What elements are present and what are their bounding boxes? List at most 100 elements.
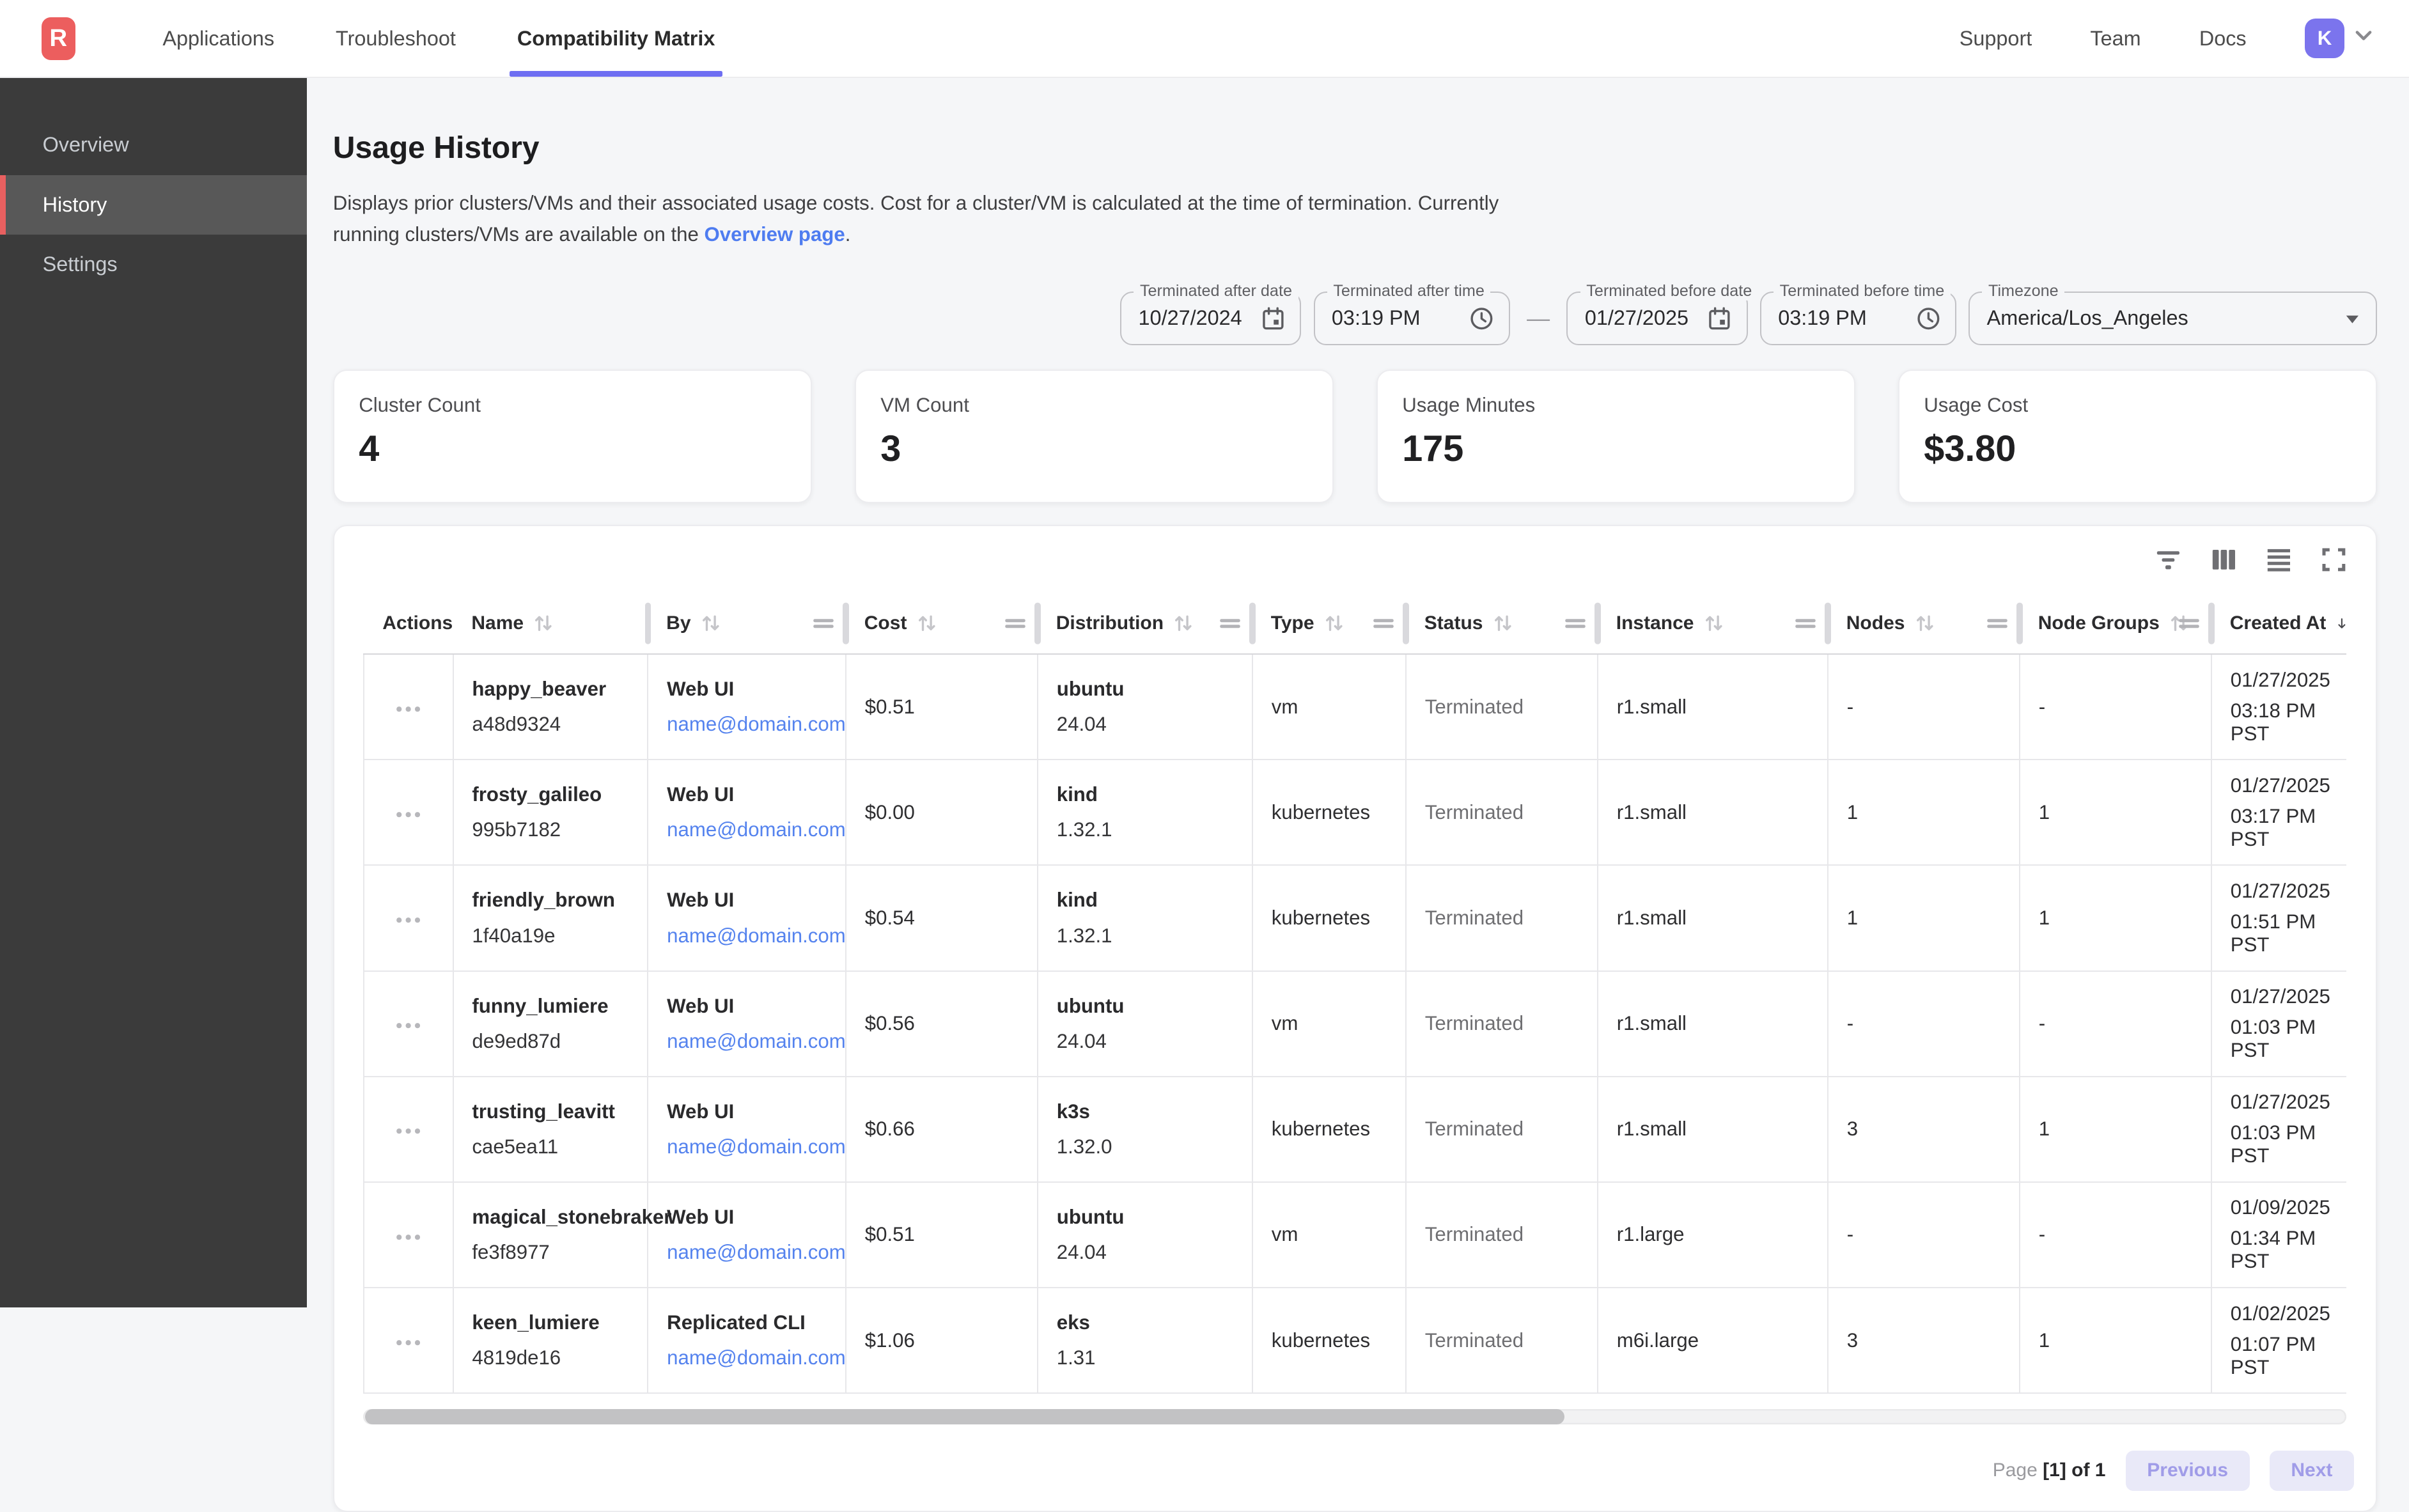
brand-logo[interactable]: R <box>42 0 75 77</box>
field-label: Terminated after time <box>1327 282 1491 300</box>
column-drag-handle-icon[interactable] <box>1794 614 1817 633</box>
created-by-email-link[interactable]: name@domain.com <box>667 713 827 736</box>
row-actions-menu-icon[interactable] <box>389 795 428 830</box>
density-icon[interactable] <box>2253 534 2305 586</box>
distribution-cell: k3s 1.32.0 <box>1038 1077 1252 1182</box>
column-drag-handle-icon[interactable] <box>1004 614 1027 633</box>
column-header[interactable]: Created At <box>2211 593 2346 654</box>
horizontal-scrollbar-thumb[interactable] <box>365 1409 1564 1424</box>
column-header[interactable]: Actions <box>364 593 453 654</box>
terminated-before-date-input[interactable]: Terminated before date 01/27/2025 <box>1566 292 1747 345</box>
by-cell: Web UI name@domain.com <box>648 760 846 865</box>
column-header[interactable]: Distribution <box>1038 593 1252 654</box>
sidebar-item[interactable]: History <box>0 175 307 235</box>
calendar-icon[interactable] <box>1706 306 1733 332</box>
nodes-cell: - <box>1828 971 2020 1077</box>
nav-tab[interactable]: Applications <box>160 0 277 77</box>
row-actions-menu-icon[interactable] <box>389 1323 428 1359</box>
sort-icon[interactable] <box>1703 612 1725 634</box>
created-at-cell: 01/27/2025 03:18 PM PST <box>2211 654 2346 760</box>
avatar[interactable]: K <box>2305 19 2344 58</box>
column-header[interactable]: Instance <box>1598 593 1828 654</box>
chevron-down-icon[interactable] <box>2352 24 2375 53</box>
column-header[interactable]: Name <box>453 593 648 654</box>
distribution-cell: ubuntu 24.04 <box>1038 971 1252 1077</box>
column-drag-handle-icon[interactable] <box>1986 614 2009 633</box>
column-header[interactable]: Type <box>1252 593 1406 654</box>
nav-link[interactable]: Docs <box>2199 27 2247 51</box>
nav-tab-label: Applications <box>162 27 274 51</box>
instance-cell: r1.small <box>1598 760 1828 865</box>
by-cell: Web UI name@domain.com <box>648 971 846 1077</box>
terminated-after-time-input[interactable]: Terminated after time 03:19 PM <box>1314 292 1510 345</box>
overview-page-link[interactable]: Overview page <box>705 223 845 246</box>
row-actions-menu-icon[interactable] <box>389 1006 428 1041</box>
nav-tab[interactable]: Compatibility Matrix <box>514 0 718 77</box>
distribution-name: ubuntu <box>1057 1206 1233 1229</box>
filter-icon[interactable] <box>2142 534 2195 586</box>
pagination: Page [1] of 1 Previous Next <box>334 1451 2376 1491</box>
column-label: Instance <box>1616 612 1694 634</box>
sort-icon[interactable] <box>533 612 554 634</box>
column-header[interactable]: Node Groups <box>2020 593 2211 654</box>
column-drag-handle-icon[interactable] <box>1372 614 1395 633</box>
sorted-desc-icon[interactable] <box>2335 612 2346 635</box>
nav-tab[interactable]: Troubleshoot <box>332 0 458 77</box>
sort-icon[interactable] <box>916 612 938 634</box>
row-actions-menu-icon[interactable] <box>389 689 428 724</box>
terminated-after-date-input[interactable]: Terminated after date 10/27/2024 <box>1120 292 1301 345</box>
distribution-name: eks <box>1057 1311 1233 1334</box>
distribution-version: 1.32.1 <box>1057 818 1233 841</box>
timezone-select[interactable]: Timezone America/Los_Angeles <box>1969 292 2376 345</box>
account-menu[interactable]: K <box>2305 19 2375 58</box>
clock-icon[interactable] <box>1469 306 1495 332</box>
nav-right: Support Team Docs K <box>1960 0 2375 77</box>
row-actions-menu-icon[interactable] <box>389 1217 428 1252</box>
name-cell: magical_stonebraker fe3f8977 <box>453 1182 648 1288</box>
created-by-email-link[interactable]: name@domain.com <box>667 1241 827 1264</box>
sort-icon[interactable] <box>1914 612 1936 634</box>
sort-icon[interactable] <box>1323 612 1345 634</box>
nodes-cell: 1 <box>1828 865 2020 970</box>
sidebar-item[interactable]: Settings <box>0 235 307 295</box>
status-text: Terminated <box>1425 1223 1524 1245</box>
previous-page-button[interactable]: Previous <box>2126 1451 2250 1491</box>
dropdown-arrow-icon[interactable] <box>2343 309 2362 328</box>
sort-icon[interactable] <box>1173 612 1194 634</box>
sort-icon[interactable] <box>1492 612 1514 634</box>
type-cell: kubernetes <box>1252 1288 1406 1393</box>
column-header[interactable]: By <box>648 593 846 654</box>
terminated-before-time-input[interactable]: Terminated before time 03:19 PM <box>1760 292 1956 345</box>
nav-link[interactable]: Support <box>1960 27 2032 51</box>
created-by-email-link[interactable]: name@domain.com <box>667 1135 827 1158</box>
row-actions-menu-icon[interactable] <box>389 900 428 936</box>
distribution-version: 24.04 <box>1057 1030 1233 1053</box>
column-drag-handle-icon[interactable] <box>2178 614 2201 633</box>
instance-cell: m6i.large <box>1598 1288 1828 1393</box>
column-drag-handle-icon[interactable] <box>1564 614 1587 633</box>
created-at-cell: 01/27/2025 01:51 PM PST <box>2211 865 2346 970</box>
created-by-email-link[interactable]: name@domain.com <box>667 1346 827 1369</box>
column-header[interactable]: Cost <box>846 593 1038 654</box>
created-by-email-link[interactable]: name@domain.com <box>667 1030 827 1053</box>
calendar-icon[interactable] <box>1260 306 1286 332</box>
column-header[interactable]: Nodes <box>1828 593 2020 654</box>
created-by-email-link[interactable]: name@domain.com <box>667 924 827 947</box>
cost-cell: $0.66 <box>846 1077 1038 1182</box>
nav-link[interactable]: Team <box>2090 27 2140 51</box>
created-by-email-link[interactable]: name@domain.com <box>667 818 827 841</box>
row-actions-menu-icon[interactable] <box>389 1111 428 1147</box>
clock-icon[interactable] <box>1915 306 1942 332</box>
fullscreen-icon[interactable] <box>2308 534 2360 586</box>
next-page-button[interactable]: Next <box>2270 1451 2354 1491</box>
sidebar-item[interactable]: Overview <box>0 115 307 175</box>
actions-cell <box>364 1182 453 1288</box>
column-drag-handle-icon[interactable] <box>812 614 835 633</box>
nav-tab-label: Compatibility Matrix <box>517 27 715 51</box>
horizontal-scrollbar[interactable] <box>363 1409 2346 1424</box>
cluster-name: magical_stonebraker <box>472 1206 628 1229</box>
sort-icon[interactable] <box>700 612 722 634</box>
columns-icon[interactable] <box>2197 534 2250 586</box>
column-header[interactable]: Status <box>1406 593 1598 654</box>
column-drag-handle-icon[interactable] <box>1219 614 1242 633</box>
